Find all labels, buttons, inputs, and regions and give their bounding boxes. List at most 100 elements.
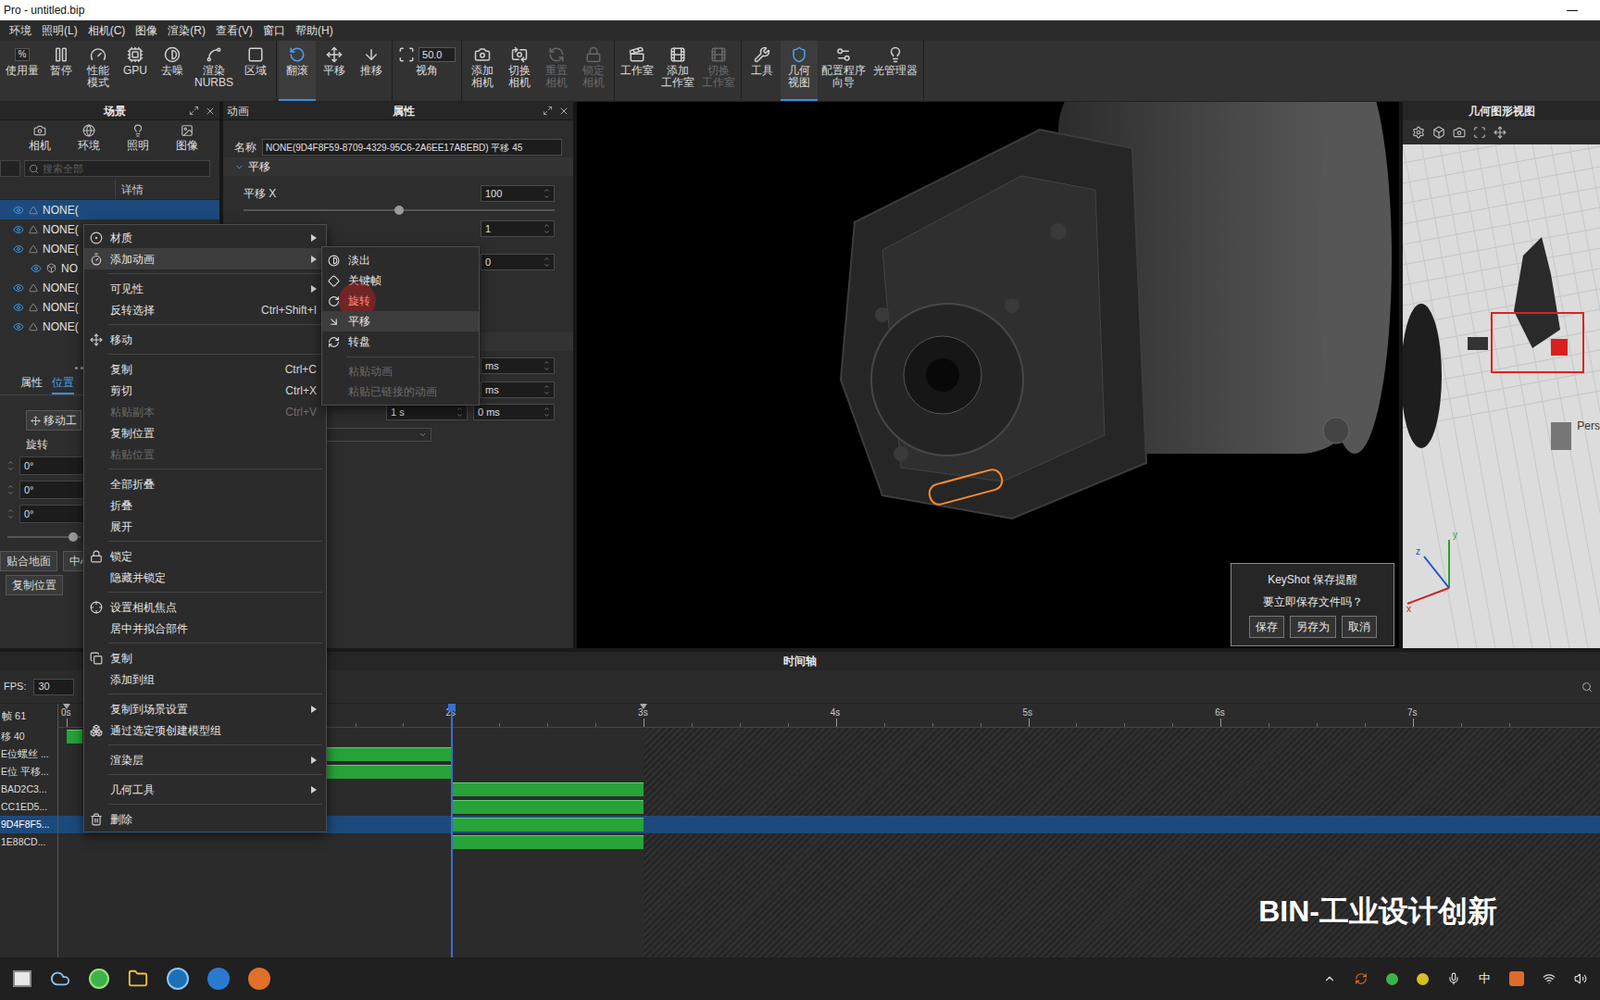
menu-item[interactable]: 图像 xyxy=(135,22,158,39)
filter-dropdown[interactable] xyxy=(0,160,21,177)
context-menu-item[interactable]: 折叠 xyxy=(84,494,326,516)
position-button[interactable]: 贴合地面 xyxy=(0,550,58,572)
volume-icon[interactable] xyxy=(1574,972,1588,986)
cloud-icon[interactable] xyxy=(50,968,71,989)
track-label[interactable]: E位 平移... xyxy=(0,762,58,781)
toolbar-button[interactable]: 50.0视角 xyxy=(394,40,460,101)
toolbar-button[interactable]: 暂停 xyxy=(42,40,80,101)
move-tool-button[interactable]: 移动工 xyxy=(25,410,82,431)
position-button[interactable]: 复制位置 xyxy=(5,575,63,596)
section-header[interactable]: 平移 xyxy=(223,157,574,176)
scene-tab[interactable]: 图像 xyxy=(162,124,212,154)
menu-item[interactable]: 照明(L) xyxy=(41,22,78,39)
context-menu-item[interactable]: 粘贴副本Ctrl+V xyxy=(84,400,326,423)
menu-item[interactable]: 相机(C) xyxy=(87,22,126,39)
fov-field[interactable]: 50.0 xyxy=(418,47,456,63)
range-start-icon[interactable] xyxy=(62,703,71,710)
track-label[interactable]: BAD2C3... xyxy=(0,780,58,799)
submenu-item[interactable]: 平移 xyxy=(322,311,479,332)
track-label[interactable]: 1E88CD... xyxy=(0,833,58,851)
spin-up-icon[interactable] xyxy=(543,359,550,366)
name-field[interactable]: NONE(9D4F8F59-8709-4329-95C6-2A6EE17ABEB… xyxy=(262,138,563,156)
context-menu-item[interactable]: 反转选择Ctrl+Shift+I xyxy=(84,299,326,321)
fps-field[interactable]: 30 xyxy=(33,678,75,696)
track-label[interactable]: 移 40 xyxy=(0,727,58,746)
float-icon[interactable] xyxy=(542,105,553,116)
spin-up-icon[interactable] xyxy=(543,222,550,229)
spin-down-icon[interactable] xyxy=(543,412,550,419)
context-menu-item[interactable]: 剪切Ctrl+X xyxy=(84,379,326,401)
ease-dropdown[interactable] xyxy=(325,427,432,442)
context-menu-item[interactable]: 添加到组 xyxy=(84,668,326,690)
toolbar-button[interactable]: 重置相机 xyxy=(537,40,575,101)
toolbar-button[interactable]: 去噪 xyxy=(153,40,191,101)
track-row[interactable] xyxy=(58,833,1600,851)
render-viewport[interactable]: KeyShot 保存提醒要立即保存文件吗？保存另存为取消 xyxy=(576,101,1400,649)
search-field[interactable]: 搜索全部 xyxy=(24,160,211,177)
scene-tab[interactable]: 相机 xyxy=(14,124,64,154)
menu-item[interactable]: 查看(V) xyxy=(215,22,253,39)
toolbar-button[interactable]: 光管理器 xyxy=(869,40,922,101)
spin-down-icon[interactable] xyxy=(543,389,550,397)
cube-icon[interactable] xyxy=(1432,125,1446,139)
panel-tab[interactable]: 动画 xyxy=(226,102,264,120)
spin-down-icon[interactable] xyxy=(543,228,550,236)
slider[interactable] xyxy=(7,536,81,538)
context-menu-item[interactable]: 全部折叠 xyxy=(84,473,326,495)
spin-down-icon[interactable] xyxy=(543,193,550,200)
sync-icon[interactable] xyxy=(1354,972,1368,986)
spin-up-icon[interactable] xyxy=(543,255,550,263)
spin-up-icon[interactable] xyxy=(7,459,14,466)
toolbar-button[interactable]: 切换工作室 xyxy=(698,40,739,101)
menu-item[interactable]: 渲染(R) xyxy=(167,22,206,39)
menu-item[interactable]: 帮助(H) xyxy=(295,22,334,39)
spin-down-icon[interactable] xyxy=(7,489,14,497)
animation-bar[interactable] xyxy=(66,729,83,744)
submenu-item[interactable]: 淡出 xyxy=(322,250,479,271)
toolbar-button[interactable]: 添加相机 xyxy=(463,40,501,101)
animation-bar[interactable] xyxy=(450,782,644,797)
move-icon[interactable] xyxy=(1493,125,1507,139)
animation-bar[interactable] xyxy=(450,800,644,814)
property-tab[interactable]: 位置 xyxy=(51,374,75,395)
toolbar-button[interactable]: 切换相机 xyxy=(500,40,538,101)
number-field[interactable]: 1 s xyxy=(386,403,468,421)
number-field[interactable]: 0 ms xyxy=(473,403,555,421)
submenu-item[interactable]: 粘贴已链接的动画 xyxy=(322,381,479,402)
gear-icon[interactable] xyxy=(1412,125,1425,139)
context-menu-item[interactable]: 复制位置 xyxy=(84,422,326,444)
visibility-icon[interactable] xyxy=(12,204,25,216)
toolbar-button[interactable]: 配置程序向导 xyxy=(817,40,870,101)
submenu-item[interactable]: 转盘 xyxy=(322,331,479,352)
mic-icon[interactable] xyxy=(1447,972,1461,986)
visibility-icon[interactable] xyxy=(30,262,42,275)
close-icon[interactable] xyxy=(558,105,570,117)
submenu-item[interactable]: 粘贴动画 xyxy=(322,361,479,382)
animation-bar[interactable] xyxy=(450,835,644,850)
visibility-icon[interactable] xyxy=(12,321,25,333)
spin-up-icon[interactable] xyxy=(543,405,550,413)
frame-icon[interactable] xyxy=(1473,125,1487,139)
folder-icon[interactable] xyxy=(127,968,149,989)
context-menu-item[interactable]: 渲染层 xyxy=(84,749,326,771)
context-menu-item[interactable]: 复制Ctrl+C xyxy=(84,358,326,380)
spin-up-icon[interactable] xyxy=(543,187,550,194)
tray-icon[interactable] xyxy=(1509,971,1525,987)
submenu-item[interactable]: 旋转 xyxy=(322,290,479,312)
context-menu-item[interactable]: 设置相机焦点 xyxy=(84,596,326,618)
context-menu-item[interactable]: 居中并拟合部件 xyxy=(84,617,326,639)
dialog-button[interactable]: 另存为 xyxy=(1289,615,1337,638)
camera-icon[interactable] xyxy=(1452,125,1466,139)
context-menu-item[interactable]: 添加动画 xyxy=(84,248,326,270)
toolbar-button[interactable]: 工具 xyxy=(743,40,781,101)
number-field[interactable]: ms xyxy=(480,357,555,375)
translate-slider[interactable] xyxy=(243,209,555,212)
number-field[interactable]: 0 xyxy=(480,253,555,271)
spin-up-icon[interactable] xyxy=(456,405,463,413)
context-menu-item[interactable]: 通过选定项创建模型组 xyxy=(84,719,326,741)
tray-icon[interactable] xyxy=(1416,973,1429,986)
float-icon[interactable] xyxy=(188,105,200,116)
toolbar-button[interactable]: %使用量 xyxy=(1,40,43,101)
toolbar-button[interactable]: 推移 xyxy=(352,40,390,101)
toolbar-button[interactable]: 工作室 xyxy=(616,40,658,101)
